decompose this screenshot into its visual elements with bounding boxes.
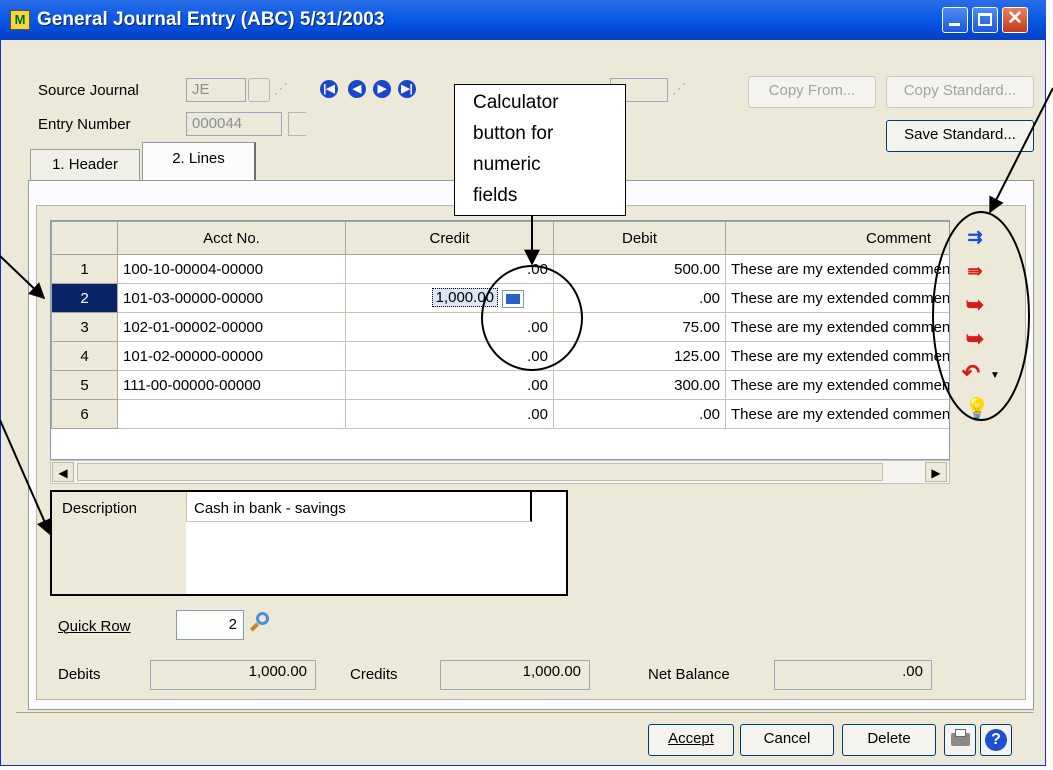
row-selector-arrow [0, 255, 46, 300]
toolbar-arrow [989, 87, 1053, 214]
calculator-circle [481, 265, 583, 371]
annotation-overlay [0, 87, 1053, 536]
description-arrow [0, 419, 52, 536]
toolbar-circle [932, 211, 1030, 421]
